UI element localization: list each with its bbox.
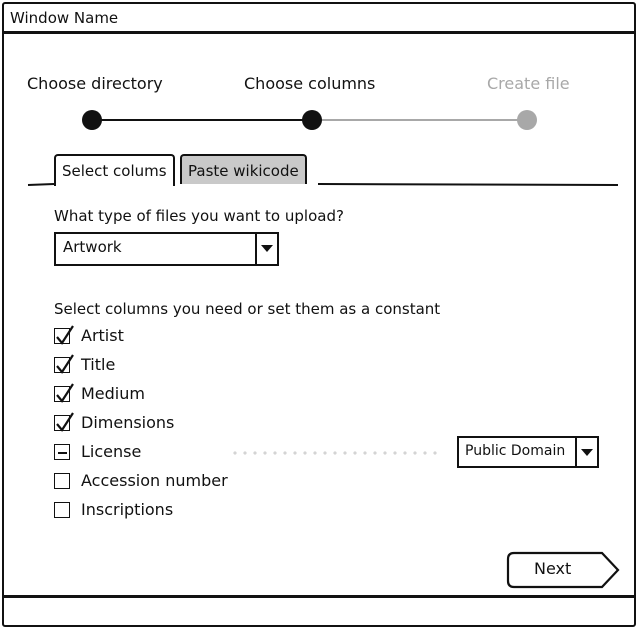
- checkbox-title[interactable]: [54, 354, 74, 374]
- chevron-down-icon[interactable]: [575, 438, 597, 466]
- next-button[interactable]: Next: [506, 551, 620, 589]
- checkbox-accession-number[interactable]: [54, 473, 70, 489]
- checkbox-dimensions[interactable]: [54, 412, 74, 432]
- column-label-artist: Artist: [81, 326, 124, 345]
- license-constant-value: Public Domain: [465, 443, 566, 459]
- step-dot-choose-directory: [82, 110, 102, 130]
- column-label-inscriptions: Inscriptions: [81, 500, 174, 519]
- checkbox-inscriptions[interactable]: [54, 502, 70, 518]
- tab-paste-wikicode[interactable]: Paste wikicode: [180, 154, 307, 184]
- checkbox-medium[interactable]: [54, 383, 74, 403]
- next-button-label: Next: [534, 559, 572, 578]
- tab-select-columns-label: Select colums: [62, 162, 167, 180]
- checkmark-icon: [56, 325, 74, 345]
- step-dot-create-file: [517, 110, 537, 130]
- tab-select-columns[interactable]: Select colums: [54, 154, 175, 186]
- step-progress-track: [82, 110, 537, 130]
- columns-heading: Select columns you need or set them as a…: [54, 300, 441, 318]
- column-label-license: License: [81, 442, 142, 461]
- checkmark-icon: [56, 354, 74, 374]
- indeterminate-icon: [58, 452, 67, 454]
- status-bar: [4, 595, 634, 625]
- column-label-accession-number: Accession number: [81, 471, 228, 490]
- file-type-value: Artwork: [63, 238, 122, 256]
- tab-paste-wikicode-label: Paste wikicode: [188, 162, 299, 180]
- checkbox-artist[interactable]: [54, 325, 74, 345]
- column-label-dimensions: Dimensions: [81, 413, 175, 432]
- chevron-down-icon[interactable]: [255, 234, 277, 264]
- file-type-select[interactable]: Artwork: [54, 232, 279, 266]
- checkmark-icon: [56, 383, 74, 403]
- checkbox-license[interactable]: [54, 444, 70, 460]
- license-constant-select[interactable]: Public Domain: [457, 436, 599, 468]
- file-type-question: What type of files you want to upload?: [54, 207, 344, 225]
- checkmark-icon: [56, 412, 74, 432]
- license-leader-dots: [230, 451, 438, 455]
- step-dot-choose-columns: [302, 110, 322, 130]
- column-label-medium: Medium: [81, 384, 145, 403]
- column-label-title: Title: [81, 355, 116, 374]
